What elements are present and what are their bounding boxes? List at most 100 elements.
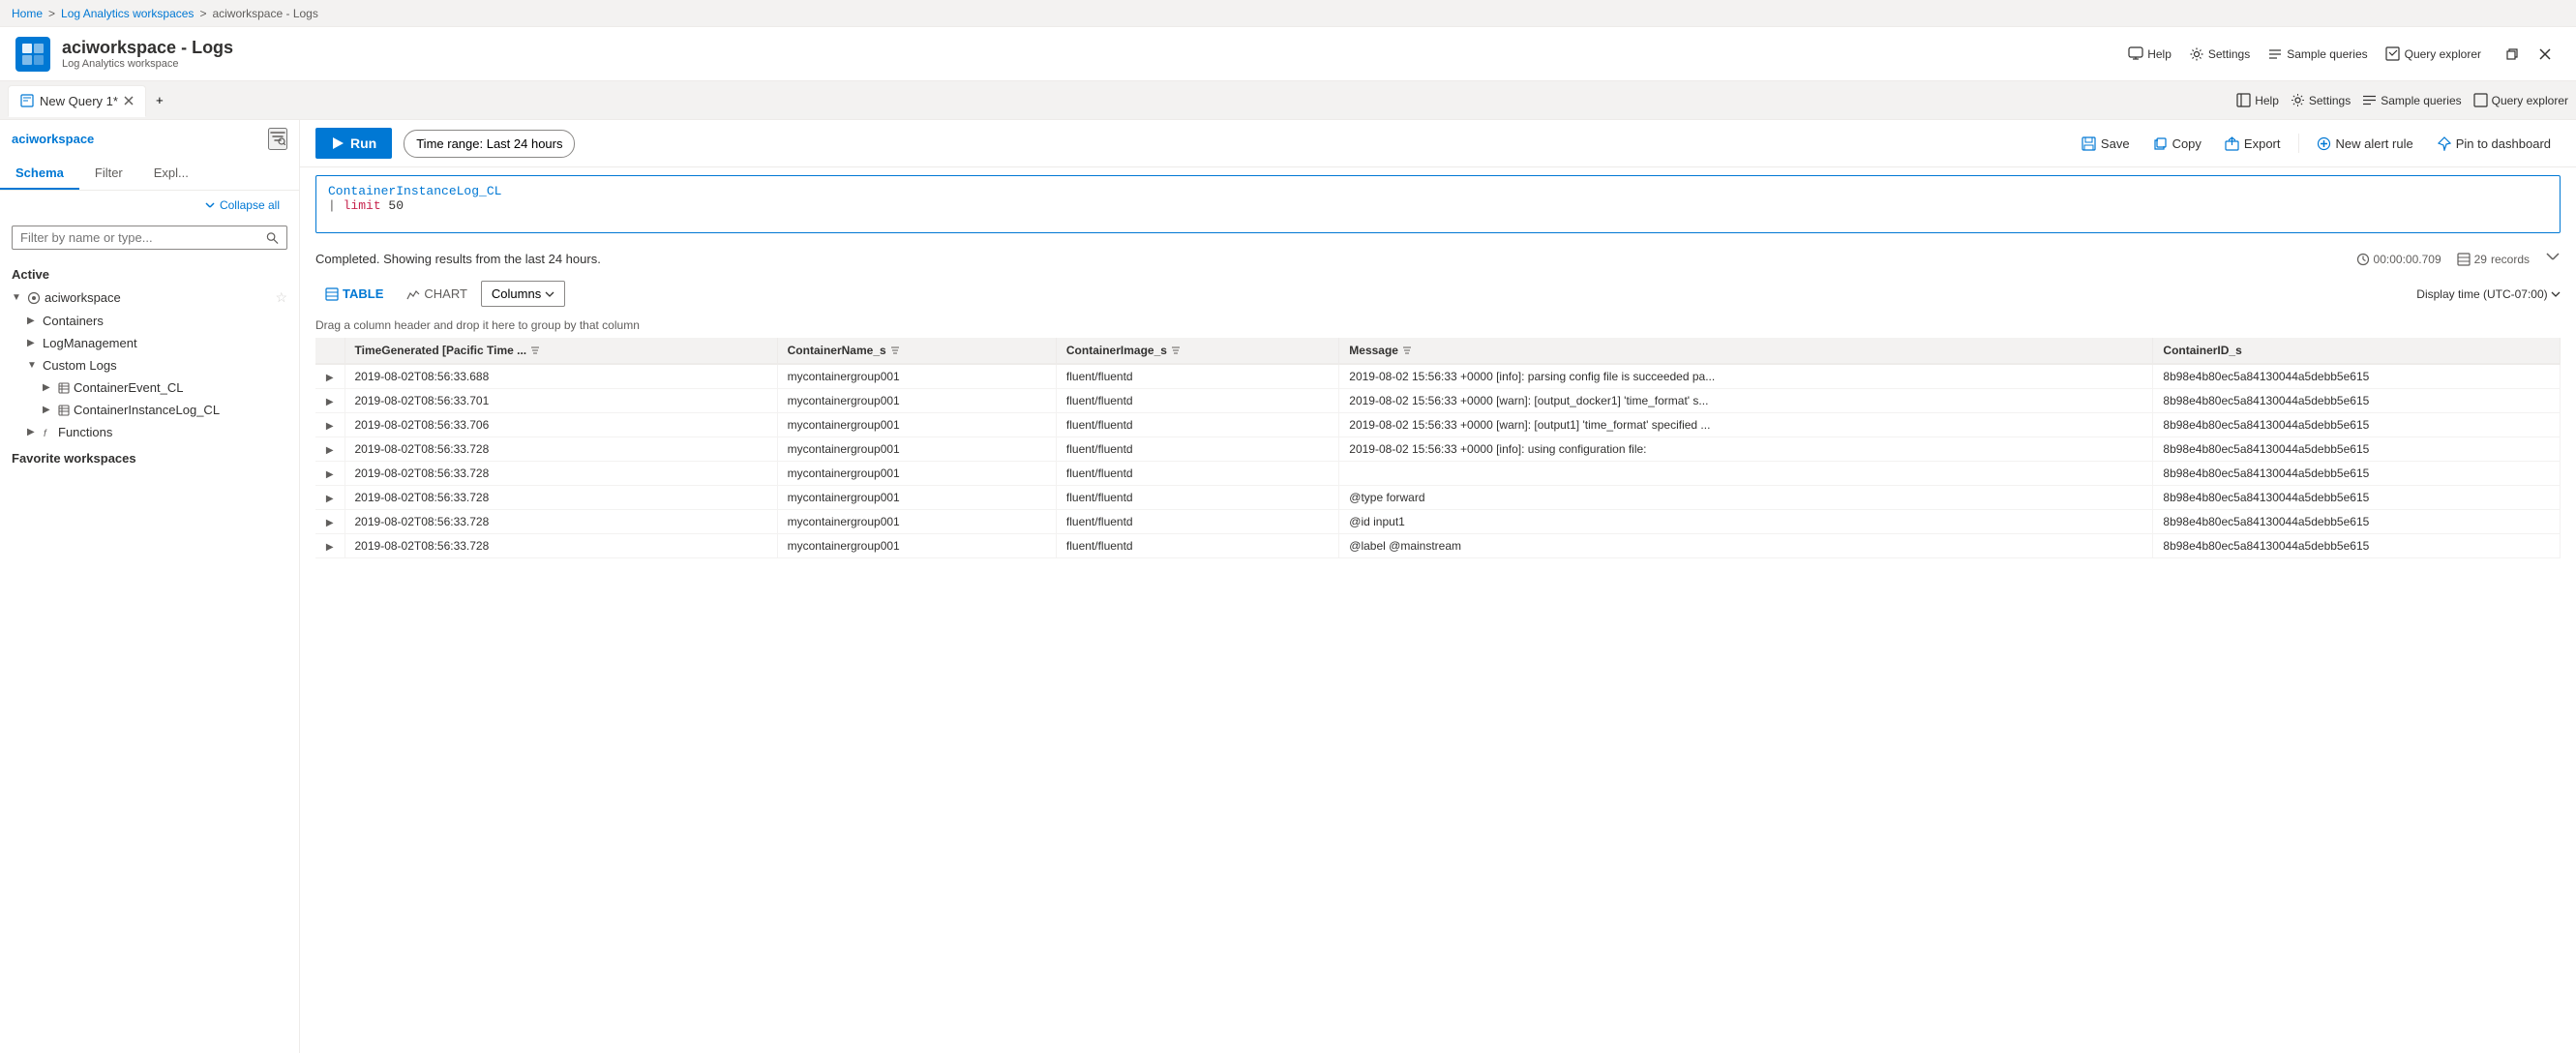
tab-new-query-1[interactable]: New Query 1* bbox=[8, 85, 146, 117]
data-table: TimeGenerated [Pacific Time ... Containe… bbox=[315, 338, 2561, 558]
tree-item-logmanagement[interactable]: ▶ LogManagement bbox=[0, 332, 299, 354]
save-icon bbox=[2082, 136, 2096, 151]
collapse-results-button[interactable] bbox=[2545, 249, 2561, 269]
row-expand-btn[interactable]: ▶ bbox=[315, 462, 344, 486]
tree-item-containerevent[interactable]: ▶ ContainerEvent_CL bbox=[0, 376, 299, 399]
search-icon bbox=[266, 231, 279, 245]
collapse-all-button[interactable]: Collapse all bbox=[193, 195, 291, 216]
sample-queries-tab-button[interactable]: Sample queries bbox=[2362, 93, 2461, 107]
add-alert-icon bbox=[2317, 136, 2331, 151]
expand-row-button[interactable]: ▶ bbox=[326, 494, 334, 504]
row-expand-btn[interactable]: ▶ bbox=[315, 534, 344, 558]
results-meta: 00:00:00.709 29 records bbox=[2356, 249, 2561, 269]
add-tab-icon: + bbox=[156, 93, 164, 107]
cell-container-id: 8b98e4b80ec5a84130044a5debb5e615 bbox=[2153, 486, 2561, 510]
pin-to-dashboard-button[interactable]: Pin to dashboard bbox=[2427, 131, 2561, 157]
tree-containerevent-label: ContainerEvent_CL bbox=[74, 380, 183, 395]
row-expand-btn[interactable]: ▶ bbox=[315, 364, 344, 389]
column-filter-icon[interactable] bbox=[890, 346, 900, 355]
expand-row-button[interactable]: ▶ bbox=[326, 469, 334, 480]
columns-button[interactable]: Columns bbox=[481, 281, 565, 307]
col-container-name-header: ContainerName_s bbox=[777, 338, 1056, 364]
save-button[interactable]: Save bbox=[2072, 131, 2140, 157]
tree-containers-label: Containers bbox=[43, 314, 104, 328]
tree-item-workspace[interactable]: ▼ aciworkspace ☆ bbox=[0, 286, 299, 310]
collapse-icon bbox=[2545, 249, 2561, 264]
query-line-2: | limit 50 bbox=[328, 198, 2548, 213]
col-container-image-header: ContainerImage_s bbox=[1056, 338, 1338, 364]
row-expand-btn[interactable]: ▶ bbox=[315, 413, 344, 437]
row-expand-btn[interactable]: ▶ bbox=[315, 437, 344, 462]
query-explorer-button[interactable]: Query explorer bbox=[2378, 41, 2489, 68]
cell-time: 2019-08-02T08:56:33.728 bbox=[344, 510, 777, 534]
table-icon bbox=[58, 382, 70, 394]
tree-item-functions[interactable]: ▶ f Functions bbox=[0, 421, 299, 443]
cell-container-name: mycontainergroup001 bbox=[777, 437, 1056, 462]
run-button[interactable]: Run bbox=[315, 128, 392, 159]
expand-row-button[interactable]: ▶ bbox=[326, 421, 334, 432]
sidebar-filter-button[interactable] bbox=[268, 128, 287, 150]
chevron-down-icon: ▼ bbox=[12, 292, 23, 303]
sidebar-tab-explore[interactable]: Expl... bbox=[138, 158, 204, 190]
row-expand-btn[interactable]: ▶ bbox=[315, 510, 344, 534]
time-range-button[interactable]: Time range: Last 24 hours bbox=[404, 130, 575, 158]
copy-label: Copy bbox=[2172, 136, 2202, 151]
cell-container-image: fluent/fluentd bbox=[1056, 534, 1338, 558]
breadcrumb-workspaces[interactable]: Log Analytics workspaces bbox=[61, 7, 194, 20]
table-view-button[interactable]: TABLE bbox=[315, 282, 393, 306]
sidebar-tab-filter[interactable]: Filter bbox=[79, 158, 138, 190]
expand-row-button[interactable]: ▶ bbox=[326, 373, 334, 383]
tab-query-icon bbox=[20, 94, 34, 107]
row-expand-btn[interactable]: ▶ bbox=[315, 389, 344, 413]
expand-row-button[interactable]: ▶ bbox=[326, 518, 334, 528]
sidebar-tab-schema[interactable]: Schema bbox=[0, 158, 79, 190]
duration-value: 00:00:00.709 bbox=[2374, 253, 2441, 266]
header-actions: Help Settings Sample queries Query explo… bbox=[2120, 41, 2489, 68]
query-explorer-tab-button[interactable]: Query explorer bbox=[2473, 93, 2568, 107]
table-row: ▶ 2019-08-02T08:56:33.728 mycontainergro… bbox=[315, 534, 2561, 558]
close-button[interactable] bbox=[2530, 39, 2561, 70]
run-icon bbox=[331, 136, 344, 150]
settings-tab-button[interactable]: Settings bbox=[2291, 93, 2351, 107]
tree-item-containers[interactable]: ▶ Containers bbox=[0, 310, 299, 332]
cell-container-name: mycontainergroup001 bbox=[777, 364, 1056, 389]
records-icon bbox=[2457, 253, 2471, 266]
copy-button[interactable]: Copy bbox=[2143, 131, 2211, 157]
column-filter-icon[interactable] bbox=[1171, 346, 1181, 355]
collapse-icon bbox=[204, 199, 216, 211]
chart-view-button[interactable]: CHART bbox=[397, 282, 477, 306]
breadcrumb-home[interactable]: Home bbox=[12, 7, 43, 20]
sample-queries-button[interactable]: Sample queries bbox=[2260, 41, 2375, 68]
toolbar-actions: Save Copy Export New alert rule Pin bbox=[2072, 131, 2561, 157]
expand-row-button[interactable]: ▶ bbox=[326, 397, 334, 407]
data-table-wrap[interactable]: TimeGenerated [Pacific Time ... Containe… bbox=[315, 338, 2561, 1053]
main-layout: aciworkspace Schema Filter Expl... Colla… bbox=[0, 120, 2576, 1053]
add-tab-button[interactable]: + bbox=[146, 87, 173, 114]
tree-item-containerinstancelog[interactable]: ▶ ContainerInstanceLog_CL bbox=[0, 399, 299, 421]
workspace-link[interactable]: aciworkspace bbox=[12, 132, 94, 146]
cell-container-id: 8b98e4b80ec5a84130044a5debb5e615 bbox=[2153, 389, 2561, 413]
column-filter-icon[interactable] bbox=[530, 346, 540, 355]
tab-close-icon[interactable] bbox=[124, 96, 134, 105]
help-tab-button[interactable]: Help bbox=[2236, 93, 2279, 107]
tree-logmanagement-label: LogManagement bbox=[43, 336, 137, 350]
settings-button[interactable]: Settings bbox=[2181, 41, 2258, 68]
active-section-label: Active bbox=[0, 259, 299, 286]
new-alert-rule-button[interactable]: New alert rule bbox=[2307, 131, 2423, 157]
tree-item-custom-logs[interactable]: ▼ Custom Logs bbox=[0, 354, 299, 376]
expand-row-button[interactable]: ▶ bbox=[326, 542, 334, 553]
help-icon bbox=[2128, 46, 2143, 62]
column-filter-icon[interactable] bbox=[1402, 346, 1412, 355]
help-button[interactable]: Help bbox=[2120, 41, 2179, 68]
table-row: ▶ 2019-08-02T08:56:33.688 mycontainergro… bbox=[315, 364, 2561, 389]
search-input[interactable] bbox=[20, 230, 260, 245]
row-expand-btn[interactable]: ▶ bbox=[315, 486, 344, 510]
restore-button[interactable] bbox=[2497, 39, 2528, 70]
query-editor[interactable]: ContainerInstanceLog_CL | limit 50 bbox=[315, 175, 2561, 233]
star-icon[interactable]: ☆ bbox=[275, 289, 287, 306]
chart-view-icon bbox=[406, 287, 420, 301]
export-button[interactable]: Export bbox=[2215, 131, 2291, 157]
cell-container-id: 8b98e4b80ec5a84130044a5debb5e615 bbox=[2153, 437, 2561, 462]
save-label: Save bbox=[2101, 136, 2130, 151]
expand-row-button[interactable]: ▶ bbox=[326, 445, 334, 456]
